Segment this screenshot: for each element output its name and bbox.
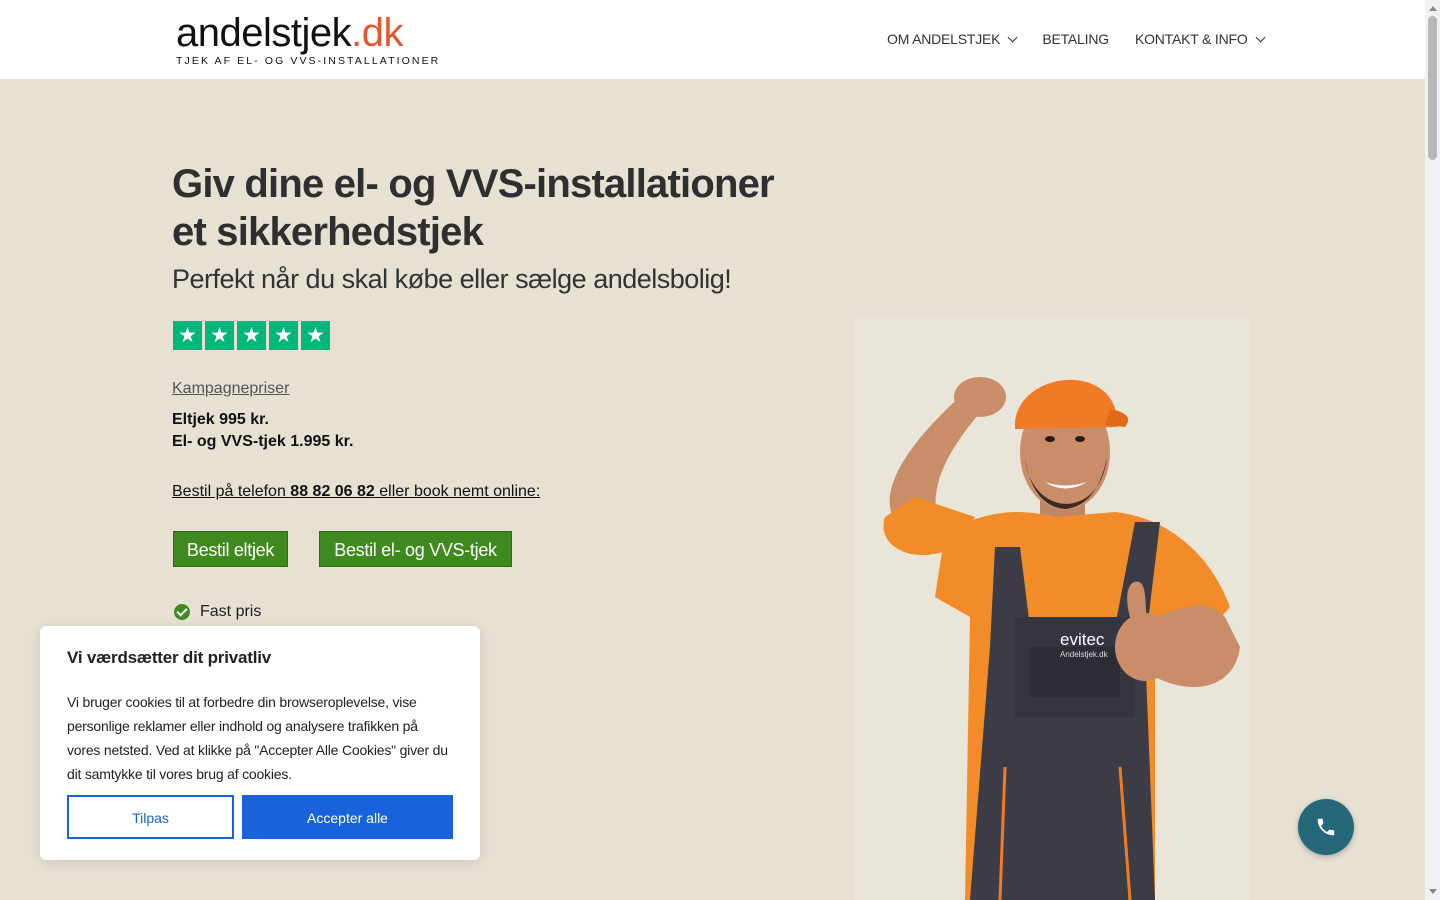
cookie-customize-button[interactable]: Tilpas <box>67 795 234 839</box>
hero-subtitle: Perfekt når du skal købe eller sælge and… <box>172 264 732 294</box>
cookie-title: Vi værdsætter dit privatliv <box>67 648 272 667</box>
star-icon: ★ <box>237 321 266 350</box>
price-el-vvs-tjek: El- og VVS-tjek 1.995 kr. <box>172 433 354 450</box>
shirt-site-text: Andelstjek.dk <box>1060 650 1109 659</box>
hero-worker-photo: evitec Andelstjek.dk <box>855 317 1250 900</box>
chevron-down-icon <box>1007 32 1018 42</box>
order-el-vvs-button[interactable]: Bestil el- og VVS-tjek <box>319 531 512 567</box>
check-circle-icon <box>174 604 190 620</box>
price-eltjek: Eltjek 995 kr. <box>172 411 269 428</box>
site-header: andelstjek.dk TJEK AF EL- OG VVS-INSTALL… <box>0 0 1425 80</box>
star-icon: ★ <box>205 321 234 350</box>
feature-item: Fast pris <box>174 603 261 621</box>
phone-number[interactable]: 88 82 06 82 <box>290 483 375 500</box>
page-scrollbar[interactable] <box>1425 0 1440 900</box>
campaign-prices-link[interactable]: Kampagnepriser <box>172 380 289 398</box>
scroll-up-arrow-icon[interactable] <box>1429 6 1437 11</box>
logo-wordmark: andelstjek.dk <box>176 11 403 55</box>
scroll-down-arrow-icon[interactable] <box>1429 889 1437 894</box>
star-icon: ★ <box>269 321 298 350</box>
order-by-phone-link[interactable]: Bestil på telefon 88 82 06 82 eller book… <box>172 483 540 501</box>
star-icon: ★ <box>173 321 202 350</box>
cookie-consent-banner: Vi værdsætter dit privatliv Vi bruger co… <box>40 626 480 860</box>
site-logo[interactable]: andelstjek.dk TJEK AF EL- OG VVS-INSTALL… <box>176 12 440 67</box>
nav-item-kontakt-info[interactable]: KONTAKT & INFO <box>1135 31 1265 47</box>
nav-item-om-andelstjek[interactable]: OM ANDELSTJEK <box>887 31 1018 47</box>
phone-icon <box>1317 818 1335 836</box>
cookie-text: Vi bruger cookies til at forbedre din br… <box>67 694 448 782</box>
shirt-brand-text: evitec <box>1060 630 1105 649</box>
nav-item-betaling[interactable]: BETALING <box>1042 31 1109 47</box>
cookie-accept-all-button[interactable]: Accepter alle <box>242 795 453 839</box>
star-icon: ★ <box>301 321 330 350</box>
hero-title: Giv dine el- og VVS-installationer et si… <box>172 162 775 254</box>
chevron-down-icon <box>1255 32 1265 42</box>
scroll-thumb[interactable] <box>1428 16 1437 160</box>
order-eltjek-button[interactable]: Bestil eltjek <box>173 531 288 567</box>
logo-tagline: TJEK AF EL- OG VVS-INSTALLATIONER <box>176 55 441 67</box>
trustpilot-rating[interactable]: ★ ★ ★ ★ ★ <box>173 321 330 350</box>
main-nav: OM ANDELSTJEK BETALING KONTAKT & INFO <box>887 31 1265 47</box>
call-floating-button[interactable] <box>1298 799 1354 855</box>
